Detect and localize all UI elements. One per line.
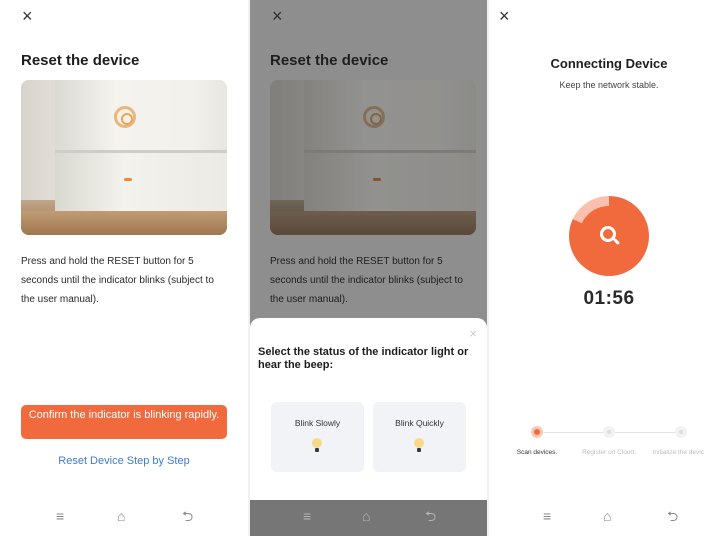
device-photo <box>270 80 476 235</box>
menu-icon[interactable]: ≡ <box>303 508 311 524</box>
reset-step-by-step-link[interactable]: Reset Device Step by Step <box>0 455 248 467</box>
back-icon[interactable]: ⮌ <box>667 508 678 524</box>
step-label-initialize: Initialize the device. <box>652 449 704 456</box>
indicator-led <box>124 178 132 181</box>
indicator-status-screen: × Reset the device Press and hold the RE… <box>250 0 487 536</box>
instruction-text: Press and hold the RESET button for 5 se… <box>270 256 463 305</box>
system-nav-bar: ≡ ⌂ ⮌ <box>489 500 704 536</box>
menu-icon[interactable]: ≡ <box>543 508 551 524</box>
search-icon <box>600 226 616 242</box>
countdown-timer: 01:56 <box>583 288 635 309</box>
page-subtitle: Keep the network stable. <box>559 80 659 90</box>
reset-button-graphic <box>363 106 385 128</box>
page-title: Reset the device <box>21 52 140 69</box>
page-title: Reset the device <box>270 52 389 69</box>
indicator-led <box>373 178 381 181</box>
connecting-screen: × Connecting Device Keep the network sta… <box>489 0 704 536</box>
close-icon[interactable]: × <box>499 6 510 26</box>
back-icon[interactable]: ⮌ <box>182 508 193 524</box>
system-nav-bar: ≡ ⌂ ⮌ <box>0 500 248 536</box>
reset-screen: × Reset the device Press and hold the RE… <box>0 0 248 536</box>
progress-ring-center <box>579 206 639 266</box>
home-icon[interactable]: ⌂ <box>117 508 125 524</box>
home-icon[interactable]: ⌂ <box>603 508 611 524</box>
sheet-title: Select the status of the indicator light… <box>258 346 469 371</box>
device-base <box>55 153 227 213</box>
system-nav-bar: ≡ ⌂ ⮌ <box>250 500 487 536</box>
photo-floor <box>21 211 227 235</box>
progress-ring <box>569 196 649 276</box>
option-label: Blink Slowly <box>294 418 341 428</box>
blink-slowly-option[interactable]: Blink Slowly <box>271 402 364 472</box>
bulb-icon <box>312 438 322 452</box>
menu-icon[interactable]: ≡ <box>56 508 64 524</box>
confirm-blinking-button[interactable]: Confirm the indicator is blinking rapidl… <box>21 405 227 439</box>
option-label: Blink Quickly <box>395 418 444 428</box>
step-dot-initialize <box>675 426 687 438</box>
home-icon[interactable]: ⌂ <box>362 508 370 524</box>
bulb-icon <box>414 438 424 452</box>
close-icon: × <box>272 6 283 26</box>
instruction-text: Press and hold the RESET button for 5 se… <box>21 256 214 305</box>
back-icon[interactable]: ⮌ <box>425 508 436 524</box>
step-dot-scan <box>531 426 543 438</box>
device-photo <box>21 80 227 235</box>
close-icon[interactable]: × <box>469 326 477 341</box>
page-title: Connecting Device <box>550 56 668 71</box>
photo-floor <box>270 211 476 235</box>
reset-button-graphic <box>114 106 136 128</box>
device-base <box>304 153 476 213</box>
indicator-status-sheet: × Select the status of the indicator lig… <box>250 318 487 510</box>
step-dot-register <box>603 426 615 438</box>
step-label-scan: Scan devices. <box>516 449 558 456</box>
step-label-register: Register on Cloud. <box>582 449 636 456</box>
blink-quickly-option[interactable]: Blink Quickly <box>373 402 466 472</box>
close-icon[interactable]: × <box>22 6 33 26</box>
